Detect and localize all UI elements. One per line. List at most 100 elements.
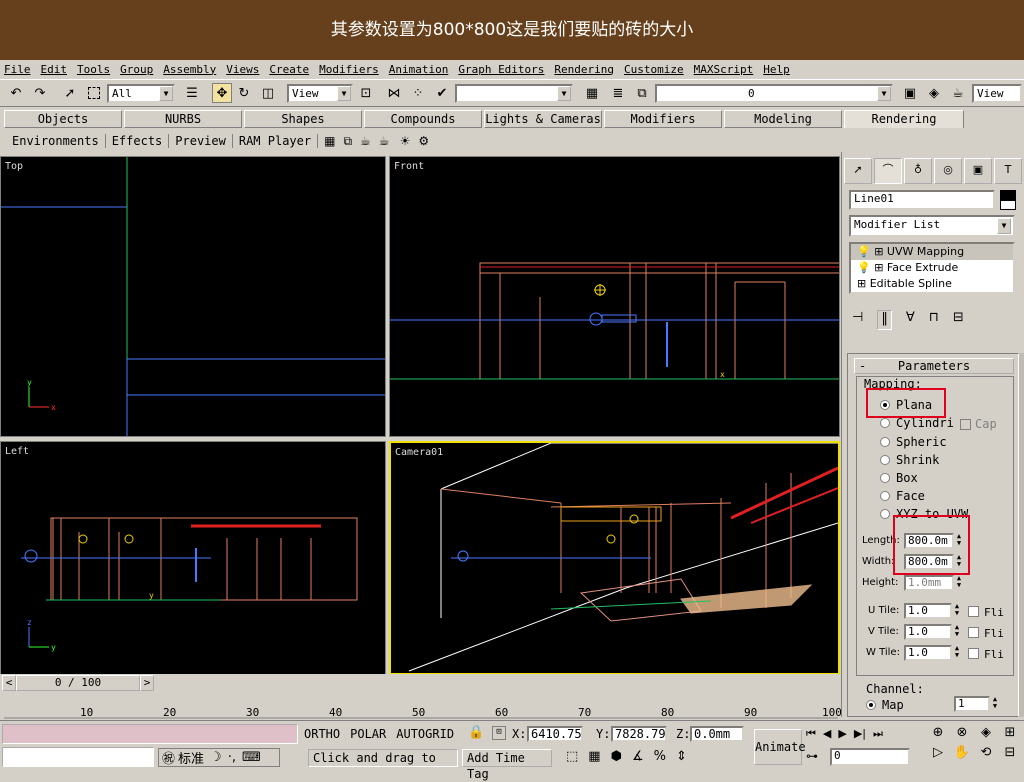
spinner-arrows-icon[interactable]: ▲ ▼: [952, 603, 962, 619]
menu-views[interactable]: Views: [226, 63, 259, 76]
region-select-icon[interactable]: [84, 83, 104, 103]
radio-map-channel[interactable]: Map: [866, 698, 904, 712]
effects-button[interactable]: Effects: [106, 134, 170, 148]
settings-gear-icon[interactable]: ⚙: [418, 134, 429, 148]
tab-objects[interactable]: Objects: [4, 110, 122, 128]
remove-modifier-icon[interactable]: ⊓: [929, 310, 939, 330]
tab-shapes[interactable]: Shapes: [244, 110, 362, 128]
object-color-swatch[interactable]: [1000, 190, 1016, 210]
select-by-name-icon[interactable]: ☰: [182, 83, 202, 103]
zoom-all-icon[interactable]: ⊗: [950, 725, 974, 745]
viewport-left[interactable]: y z y Left: [0, 441, 386, 675]
next-frame-icon[interactable]: >: [140, 675, 154, 691]
layer-manager-icon[interactable]: ≣: [608, 83, 628, 103]
show-end-result-icon[interactable]: ‖: [877, 310, 892, 330]
viewport-front[interactable]: x Front: [389, 156, 840, 437]
menu-customize[interactable]: Customize: [624, 63, 684, 76]
spinner-arrows-icon[interactable]: ▲ ▼: [952, 645, 962, 661]
prev-frame-icon[interactable]: <: [2, 675, 16, 691]
utile-spinner[interactable]: 1.0: [904, 603, 952, 619]
time-slider-thumb[interactable]: 0 / 100: [16, 675, 140, 691]
vflip-checkbox[interactable]: [968, 627, 979, 638]
menu-assembly[interactable]: Assembly: [163, 63, 216, 76]
go-to-start-icon[interactable]: ⏮: [806, 727, 816, 743]
parameters-rollout-header[interactable]: - Parameters: [854, 358, 1014, 374]
snap-toggle-icon[interactable]: ⬢: [611, 749, 622, 767]
pan-icon[interactable]: ✋: [950, 745, 974, 765]
modify-tab-icon[interactable]: ⌒: [874, 158, 902, 184]
previous-frame-icon[interactable]: ◀: [823, 727, 831, 743]
window-crossing-icon[interactable]: ⬚: [566, 749, 578, 767]
render-settings-icon[interactable]: ☀: [400, 134, 411, 148]
redo-icon[interactable]: ↷: [30, 83, 50, 103]
radio-box[interactable]: Box: [880, 471, 918, 485]
vtile-spinner[interactable]: 1.0: [904, 624, 952, 640]
checker-icon[interactable]: ▦: [324, 134, 335, 148]
play-icon[interactable]: ▶: [838, 727, 846, 743]
menu-edit[interactable]: Edit: [41, 63, 68, 76]
render-type-icon[interactable]: ☕: [360, 134, 371, 148]
wflip-checkbox[interactable]: [968, 648, 979, 659]
track-view-icon[interactable]: ▦: [582, 83, 602, 103]
menu-tools[interactable]: Tools: [77, 63, 110, 76]
preview-button[interactable]: Preview: [169, 134, 233, 148]
motion-tab-icon[interactable]: ◎: [934, 158, 962, 184]
current-frame-field[interactable]: 0: [830, 748, 910, 766]
pivot-icon[interactable]: ⊡: [356, 83, 376, 103]
cap-checkbox[interactable]: Cap: [960, 417, 997, 431]
zoom-icon[interactable]: ⊕: [926, 725, 950, 745]
selection-lock-icon[interactable]: ▦: [588, 749, 600, 767]
animate-button[interactable]: Animate: [754, 729, 806, 765]
select-arrow-icon[interactable]: ➚: [60, 83, 80, 103]
zoom-extents-all-icon[interactable]: ⊞: [998, 725, 1022, 745]
add-time-tag-button[interactable]: Add Time Tag: [462, 749, 552, 781]
spinner-arrows-icon[interactable]: ▲ ▼: [952, 624, 962, 640]
menu-rendering[interactable]: Rendering: [554, 63, 614, 76]
spinner-arrows-icon[interactable]: ▲ ▼: [990, 696, 1000, 712]
scale-icon[interactable]: ◫: [258, 83, 278, 103]
spinner-snap-icon[interactable]: ⇕: [676, 749, 687, 767]
mirror-icon[interactable]: ⋈: [384, 83, 404, 103]
panel-scrollbar[interactable]: [1019, 353, 1024, 717]
angle-snap-icon[interactable]: ∡: [632, 749, 644, 767]
menu-animation[interactable]: Animation: [389, 63, 449, 76]
modifier-list-dropdown[interactable]: Modifier List ▼: [849, 215, 1015, 237]
menu-group[interactable]: Group: [120, 63, 153, 76]
ram-player-button[interactable]: RAM Player: [233, 134, 319, 148]
render-last-icon[interactable]: ☕: [379, 134, 390, 148]
rotate-icon[interactable]: ↻: [234, 83, 254, 103]
viewport-label-left[interactable]: Left: [5, 446, 29, 457]
video-post-icon[interactable]: ⧉: [343, 134, 352, 149]
utilities-tab-icon[interactable]: T: [994, 158, 1022, 184]
layers-icon[interactable]: ⧉: [632, 83, 652, 103]
make-unique-icon[interactable]: ∀: [906, 310, 915, 330]
radio-shrink-wrap[interactable]: Shrink: [880, 453, 939, 467]
stack-item-face-extrude[interactable]: 💡 ⊞ Face Extrude: [851, 260, 1013, 276]
percent-snap-icon[interactable]: %: [654, 749, 666, 767]
tab-compounds[interactable]: Compounds: [364, 110, 482, 128]
menu-graph-editors[interactable]: Graph Editors: [458, 63, 544, 76]
height-spinner[interactable]: 1.0mm: [904, 575, 954, 591]
field-of-view-icon[interactable]: ▷: [926, 745, 950, 765]
object-name-field[interactable]: Line01: [849, 190, 995, 210]
ortho-toggle[interactable]: ORTHO: [304, 727, 340, 741]
viewport-label-camera[interactable]: Camera01: [395, 447, 443, 458]
menu-create[interactable]: Create: [269, 63, 309, 76]
stack-item-uvw-mapping[interactable]: 💡 ⊞ UVW Mapping: [851, 244, 1013, 260]
tab-rendering[interactable]: Rendering: [844, 110, 964, 128]
absolute-mode-icon[interactable]: ⊡: [492, 726, 506, 740]
pin-stack-icon[interactable]: ⊣: [852, 310, 863, 330]
radio-spherical[interactable]: Spheric: [880, 435, 947, 449]
tab-modifiers[interactable]: Modifiers: [604, 110, 722, 128]
menu-modifiers[interactable]: Modifiers: [319, 63, 379, 76]
go-to-end-icon[interactable]: ⏭: [873, 727, 883, 743]
align-icon[interactable]: ✔: [432, 83, 452, 103]
configure-sets-icon[interactable]: ⊟: [953, 310, 964, 330]
z-coordinate-field[interactable]: 0.0mm: [690, 726, 744, 742]
render-view-dropdown[interactable]: View: [972, 84, 1022, 103]
key-mode-icon[interactable]: ⊶: [806, 749, 818, 763]
orbit-icon[interactable]: ⟲: [974, 745, 998, 765]
hierarchy-tab-icon[interactable]: ♁: [904, 158, 932, 184]
material-editor-icon[interactable]: ▣: [900, 83, 920, 103]
polar-toggle[interactable]: POLAR: [350, 727, 386, 741]
